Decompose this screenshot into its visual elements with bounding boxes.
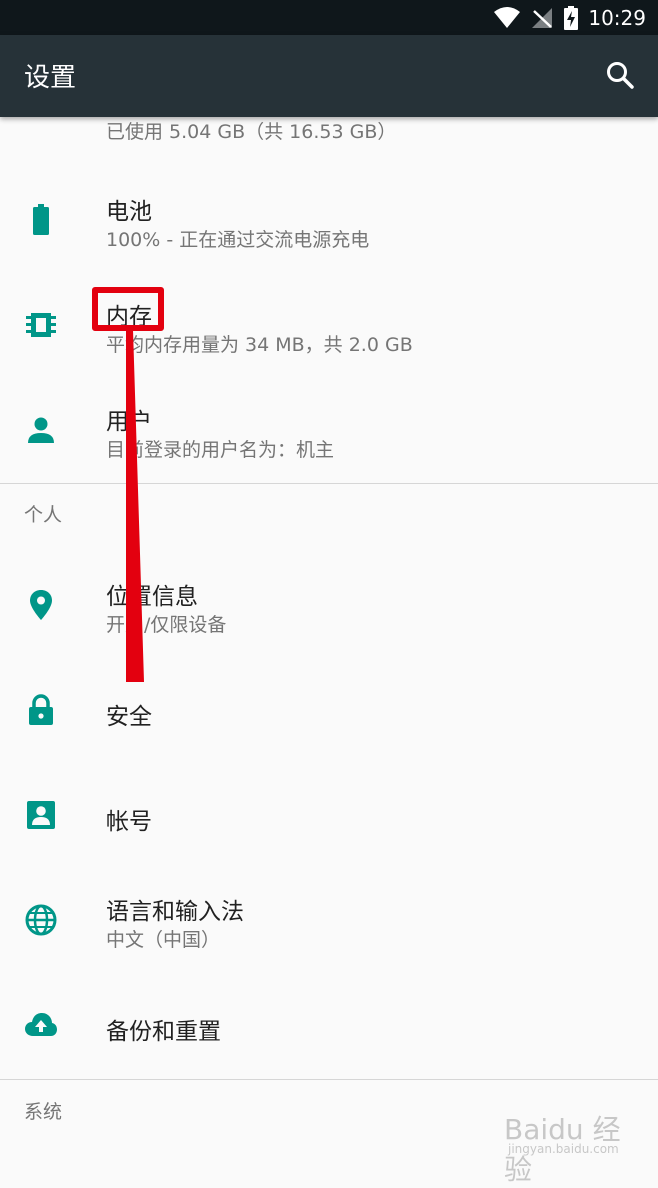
section-header-system: 系统 (24, 1101, 63, 1123)
list-item-language[interactable]: 语言和输入法 中文（中国） (0, 867, 658, 972)
list-item-accounts[interactable]: 帐号 (0, 762, 658, 867)
storage-summary: 已使用 5.04 GB（共 16.53 GB） (106, 121, 397, 143)
settings-list[interactable]: 已使用 5.04 GB（共 16.53 GB） 电池 100% - 正在通过交流… (0, 117, 658, 1170)
battery-charging-status-icon (564, 5, 579, 30)
globe-icon (25, 904, 57, 936)
item-title: 安全 (106, 704, 152, 730)
status-time: 10:29 (588, 5, 646, 30)
list-item-users[interactable]: 用户 目前登录的用户名为：机主 (0, 377, 658, 482)
item-title: 语言和输入法 (106, 899, 244, 925)
section-divider (0, 483, 658, 484)
battery-charging-icon (33, 204, 49, 235)
item-title: 内存 (106, 304, 152, 330)
item-summary: 中文（中国） (106, 929, 221, 951)
list-item-security[interactable]: 安全 (0, 657, 658, 762)
section-header-personal: 个人 (24, 504, 63, 526)
item-title: 帐号 (106, 809, 152, 835)
item-title: 用户 (106, 409, 152, 435)
search-button[interactable] (604, 59, 638, 93)
cloud-upload-icon (25, 1013, 57, 1036)
section-divider (0, 1079, 658, 1080)
page-title: 设置 (24, 63, 77, 93)
location-icon (30, 590, 52, 620)
item-title: 电池 (106, 199, 152, 225)
list-item-battery[interactable]: 电池 100% - 正在通过交流电源充电 (0, 167, 658, 272)
list-item-storage[interactable]: 已使用 5.04 GB（共 16.53 GB） (0, 117, 658, 167)
app-bar: 设置 (0, 35, 658, 117)
person-icon (28, 417, 54, 443)
status-bar: 10:29 (0, 0, 658, 35)
item-summary: 开启/仅限设备 (106, 614, 227, 636)
storage-icon (24, 117, 58, 121)
list-item-memory[interactable]: 内存 平均内存用量为 34 MB，共 2.0 GB (0, 272, 658, 377)
item-summary: 100% - 正在通过交流电源充电 (106, 229, 370, 251)
item-summary: 目前登录的用户名为：机主 (106, 439, 335, 461)
lock-icon (29, 694, 53, 725)
no-signal-icon (532, 7, 553, 28)
item-title: 备份和重置 (106, 1019, 221, 1045)
wifi-icon (494, 6, 521, 28)
item-summary: 平均内存用量为 34 MB，共 2.0 GB (106, 334, 413, 356)
list-item-backup[interactable]: 备份和重置 (0, 972, 658, 1077)
search-icon (607, 62, 634, 89)
item-title: 位置信息 (106, 584, 198, 610)
status-icons: 10:29 (494, 4, 646, 31)
account-icon (27, 801, 55, 829)
memory-chip-icon (26, 313, 56, 337)
list-item-location[interactable]: 位置信息 开启/仅限设备 (0, 552, 658, 657)
